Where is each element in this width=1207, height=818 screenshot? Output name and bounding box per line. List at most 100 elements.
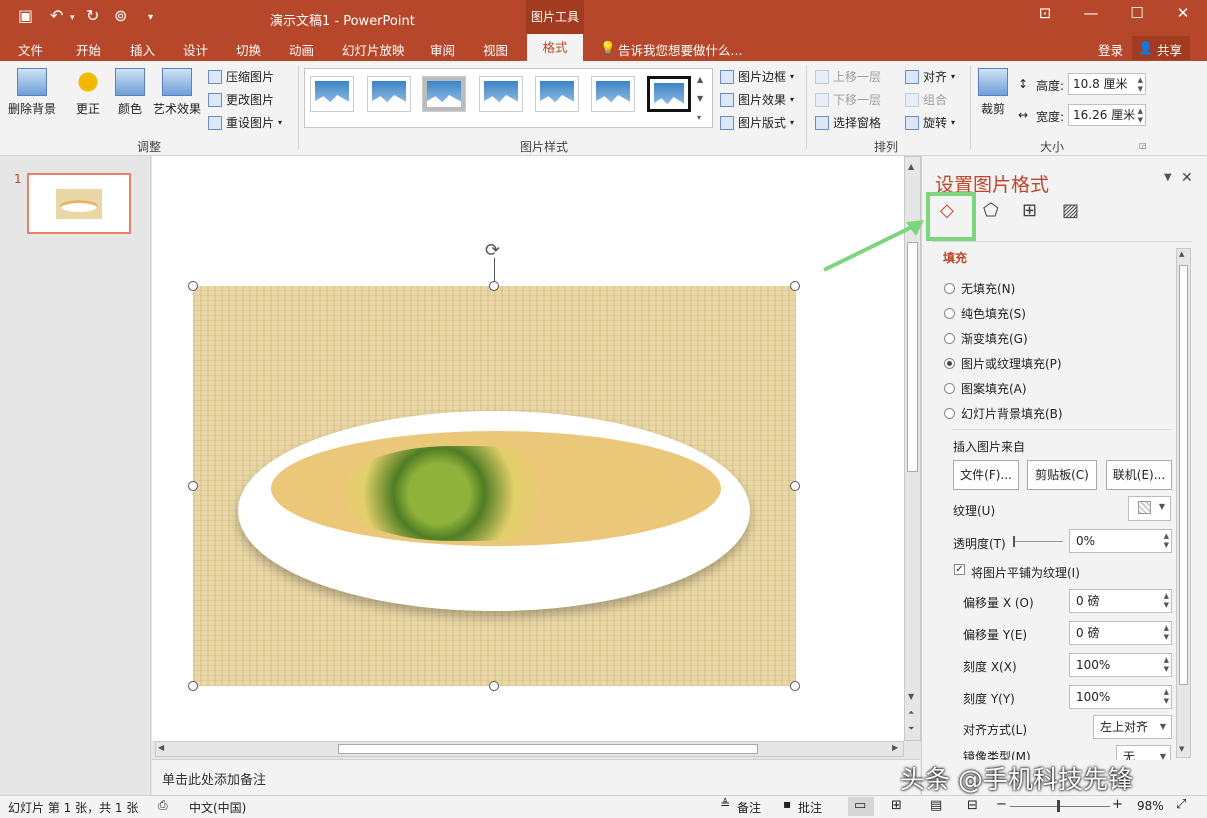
tab-insert[interactable]: 插入 — [130, 40, 155, 59]
fit-to-window-icon[interactable]: ⤢ — [1176, 797, 1186, 812]
scroll-down-icon[interactable]: ▼ — [908, 692, 914, 701]
transparency-slider-thumb[interactable] — [1013, 536, 1015, 547]
tile-checkbox[interactable]: ✓ — [954, 564, 965, 575]
picture-effects-button[interactable]: 图片效果 ▾ — [720, 91, 794, 108]
effects-tab-icon[interactable]: ⬠ — [983, 200, 999, 221]
resize-handle-tl[interactable] — [188, 281, 198, 291]
redo-icon[interactable]: ↻ — [86, 6, 99, 25]
transparency-slider[interactable] — [1015, 541, 1063, 542]
group-objects-button[interactable]: 组合 — [905, 91, 947, 108]
comments-icon[interactable]: ▪ — [783, 797, 791, 811]
width-spinner-icon[interactable]: ▲ ▼ — [1138, 107, 1143, 125]
bring-forward-button[interactable]: 上移一层 — [815, 68, 881, 85]
picture-tab-icon[interactable]: ▨ — [1062, 200, 1079, 221]
transparency-input[interactable]: 0% ▲ ▼ — [1069, 529, 1172, 553]
slide-thumbnail-1[interactable] — [27, 173, 131, 234]
scale-y-spinner-icon[interactable]: ▲ ▼ — [1164, 688, 1169, 706]
artistic-effects-button[interactable]: 艺术效果 — [152, 68, 202, 117]
height-spinner-icon[interactable]: ▲ ▼ — [1138, 76, 1143, 94]
slideshow-view-icon[interactable]: ⊟ — [967, 798, 978, 813]
picture-border-button[interactable]: 图片边框 ▾ — [720, 68, 794, 85]
radio-slide-background-fill[interactable]: 幻灯片背景填充(B) — [944, 405, 1063, 422]
zoom-level[interactable]: 98% — [1137, 799, 1164, 813]
scale-x-spinner-icon[interactable]: ▲ ▼ — [1164, 656, 1169, 674]
tab-view[interactable]: 视图 — [483, 40, 508, 59]
tab-transitions[interactable]: 切换 — [236, 40, 261, 59]
size-properties-tab-icon[interactable]: ⊞ — [1022, 200, 1037, 221]
selected-picture[interactable] — [193, 286, 796, 686]
scale-y-input[interactable]: 100% ▲ ▼ — [1069, 685, 1172, 709]
pane-options-icon[interactable]: ▼ — [1164, 172, 1172, 183]
resize-handle-t[interactable] — [489, 281, 499, 291]
width-input[interactable]: 16.26 厘米 ▲ ▼ — [1068, 104, 1146, 126]
mirror-type-dropdown[interactable]: 无 ▼ — [1116, 745, 1171, 760]
resize-handle-br[interactable] — [790, 681, 800, 691]
slide-horizontal-scrollbar[interactable] — [155, 741, 904, 757]
reset-picture-button[interactable]: 重设图片 ▾ — [208, 114, 282, 131]
horizontal-scroll-thumb[interactable] — [338, 744, 758, 754]
normal-view-icon[interactable]: ▭ — [854, 798, 866, 813]
clipboard-button[interactable]: 剪贴板(C) — [1027, 460, 1097, 490]
tab-slideshow[interactable]: 幻灯片放映 — [342, 40, 405, 59]
online-button[interactable]: 联机(E)... — [1106, 460, 1172, 490]
tell-me-input[interactable]: 告诉我您想要做什么... — [618, 40, 742, 59]
scale-x-input[interactable]: 100% ▲ ▼ — [1069, 653, 1172, 677]
gallery-scroll-icon[interactable]: ▲ ▼ ▾ — [697, 70, 703, 127]
pane-scroll-down-icon[interactable]: ▼ — [1179, 745, 1184, 753]
picture-layout-button[interactable]: 图片版式 ▾ — [720, 114, 794, 131]
fill-line-tab-icon[interactable]: ◇ — [940, 200, 954, 221]
next-slide-icon[interactable]: ⏷ — [908, 724, 914, 734]
zoom-in-icon[interactable]: + — [1112, 797, 1123, 812]
previous-slide-icon[interactable]: ⏶ — [908, 708, 914, 718]
scroll-left-icon[interactable]: ◀ — [158, 743, 164, 752]
notes-icon[interactable]: ≜ — [720, 797, 730, 811]
language-status[interactable]: 中文(中国) — [189, 799, 246, 816]
picture-style-5[interactable] — [535, 76, 579, 112]
change-picture-button[interactable]: 更改图片 — [208, 91, 274, 108]
picture-style-2[interactable] — [367, 76, 411, 112]
resize-handle-tr[interactable] — [790, 281, 800, 291]
pane-scroll-up-icon[interactable]: ▲ — [1179, 250, 1184, 258]
selection-pane-button[interactable]: 选择窗格 — [815, 114, 881, 131]
corrections-button[interactable]: 更正 — [70, 68, 106, 117]
tab-home[interactable]: 开始 — [76, 40, 101, 59]
slide-canvas[interactable]: ⟳ — [152, 156, 904, 741]
slide-sorter-icon[interactable]: ⊞ — [891, 798, 902, 813]
ribbon-display-icon[interactable]: ⊡ — [1030, 4, 1060, 22]
send-backward-button[interactable]: 下移一层 — [815, 91, 881, 108]
zoom-slider[interactable] — [1010, 806, 1110, 807]
tab-review[interactable]: 审阅 — [430, 40, 455, 59]
radio-no-fill[interactable]: 无填充(N) — [944, 280, 1015, 297]
tab-file[interactable]: 文件 — [18, 40, 43, 59]
compress-pictures-button[interactable]: 压缩图片 — [208, 68, 274, 85]
maximize-icon[interactable]: ☐ — [1122, 4, 1152, 22]
start-presentation-icon[interactable]: ⊚ — [114, 6, 127, 25]
align-button[interactable]: 对齐 ▾ — [905, 68, 955, 85]
pane-scrollbar[interactable] — [1176, 248, 1191, 758]
picture-style-3[interactable] — [422, 76, 466, 112]
pane-close-icon[interactable]: ✕ — [1181, 170, 1193, 186]
radio-pattern-fill[interactable]: 图案填充(A) — [944, 380, 1027, 397]
offset-x-input[interactable]: 0 磅 ▲ ▼ — [1069, 589, 1172, 613]
height-input[interactable]: 10.8 厘米 ▲ ▼ — [1068, 73, 1146, 95]
remove-background-button[interactable]: 删除背景 — [6, 68, 58, 117]
login-link[interactable]: 登录 — [1098, 40, 1123, 59]
save-icon[interactable]: ▣ — [18, 6, 33, 25]
picture-style-1[interactable] — [310, 76, 354, 112]
comments-button[interactable]: 批注 — [798, 799, 822, 816]
file-button[interactable]: 文件(F)... — [953, 460, 1019, 490]
resize-handle-b[interactable] — [489, 681, 499, 691]
reading-view-icon[interactable]: ▤ — [930, 798, 942, 813]
rotate-handle-icon[interactable]: ⟳ — [485, 240, 500, 261]
tab-design[interactable]: 设计 — [183, 40, 208, 59]
scroll-up-icon[interactable]: ▲ — [908, 162, 914, 171]
notes-area[interactable]: 单击此处添加备注 — [152, 759, 920, 795]
spelling-icon[interactable]: ⎙ — [158, 798, 168, 813]
picture-style-7[interactable] — [647, 76, 691, 112]
zoom-out-icon[interactable]: − — [996, 797, 1007, 812]
share-button[interactable]: 共享 — [1157, 40, 1182, 59]
offset-x-spinner-icon[interactable]: ▲ ▼ — [1164, 592, 1169, 610]
tab-format[interactable]: 格式 — [527, 34, 583, 61]
radio-solid-fill[interactable]: 纯色填充(S) — [944, 305, 1026, 322]
radio-gradient-fill[interactable]: 渐变填充(G) — [944, 330, 1028, 347]
